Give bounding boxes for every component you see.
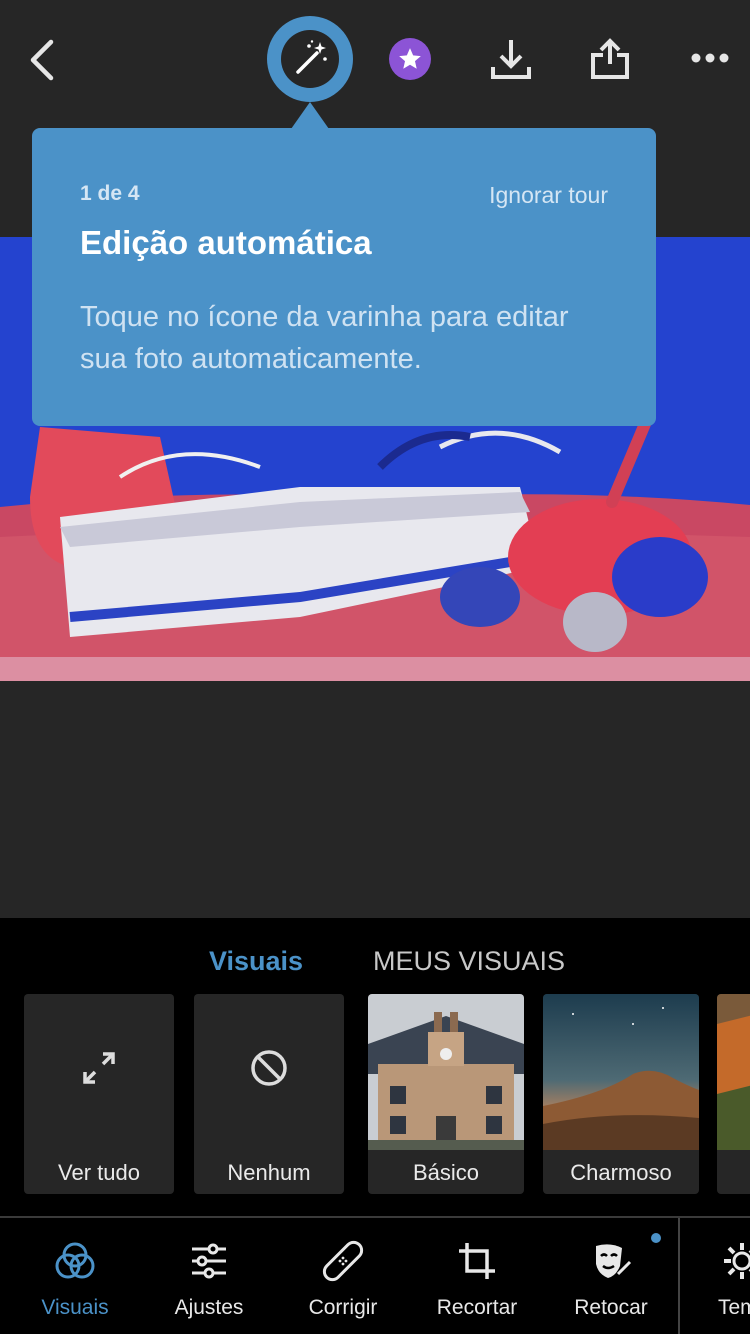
bandage-icon [322, 1240, 364, 1282]
toolbar-recortar[interactable]: Recortar [410, 1238, 544, 1320]
tooltip-body: Toque no ícone da varinha para editar su… [80, 301, 569, 375]
toolbar-ajustes[interactable]: Ajustes [142, 1238, 276, 1320]
toolbar-retocar[interactable]: Retocar [544, 1238, 678, 1320]
toolbar-label: Corrigir [308, 1296, 378, 1319]
autumn-photo [717, 994, 750, 1150]
toolbar-visuais[interactable]: Visuais [8, 1238, 142, 1320]
gear-icon [724, 1243, 750, 1279]
tooltip-title: Edição automática [80, 224, 372, 261]
bottom-toolbar: Visuais Ajustes Corrigir Recortar Retoca… [0, 1216, 750, 1334]
magic-wand-icon [296, 40, 327, 74]
look-label: Básico [412, 1160, 480, 1185]
toolbar-temas[interactable]: Tem [678, 1238, 750, 1320]
auto-edit-button[interactable] [267, 16, 353, 102]
back-button[interactable] [18, 34, 66, 86]
download-button[interactable] [486, 34, 536, 84]
look-ver-tudo[interactable]: Ver tudo [24, 994, 174, 1194]
toolbar-label: Retocar [574, 1296, 648, 1319]
back-icon [30, 39, 54, 81]
look-label: Ver tudo [58, 1160, 140, 1185]
look-label: Charmoso [570, 1160, 672, 1185]
toolbar-label: Ajustes [174, 1296, 244, 1319]
hills-photo [543, 994, 699, 1150]
crop-icon [459, 1243, 495, 1279]
look-nenhum[interactable]: Nenhum [194, 994, 344, 1194]
look-basico[interactable]: Básico [368, 994, 524, 1194]
expand-icon [83, 1052, 115, 1084]
toolbar-label: Tem [718, 1296, 750, 1319]
more-button[interactable] [686, 40, 734, 76]
sliders-icon [192, 1243, 226, 1279]
top-bar [0, 0, 750, 120]
skip-tour-link[interactable]: Ignorar tour [489, 182, 608, 209]
star-icon [399, 48, 421, 69]
house-photo [368, 994, 524, 1150]
share-button[interactable] [585, 34, 635, 84]
toolbar-label: Visuais [41, 1296, 109, 1319]
star-button[interactable] [389, 38, 431, 80]
look-charmoso[interactable]: Charmoso [543, 994, 699, 1194]
tab-meus-visuais[interactable]: MEUS VISUAIS [373, 946, 565, 977]
tooltip-arrow [291, 102, 329, 129]
face-retouch-icon [596, 1244, 632, 1278]
looks-panel: Visuais MEUS VISUAIS Ver tudo Nenhum Bás… [0, 918, 750, 1216]
looks-icon [55, 1242, 95, 1279]
notification-dot [651, 1233, 661, 1243]
none-icon [251, 1050, 287, 1086]
toolbar-label: Recortar [436, 1296, 518, 1319]
look-partial[interactable] [717, 994, 750, 1194]
download-icon [491, 40, 531, 79]
more-icon [691, 53, 729, 63]
look-label: Nenhum [227, 1160, 311, 1185]
share-icon [591, 38, 629, 79]
tour-tooltip: 1 de 4 Ignorar tour Edição automática To… [32, 128, 656, 426]
tour-step-counter: 1 de 4 [80, 182, 140, 205]
toolbar-corrigir[interactable]: Corrigir [276, 1238, 410, 1320]
tab-visuais[interactable]: Visuais [209, 946, 303, 977]
